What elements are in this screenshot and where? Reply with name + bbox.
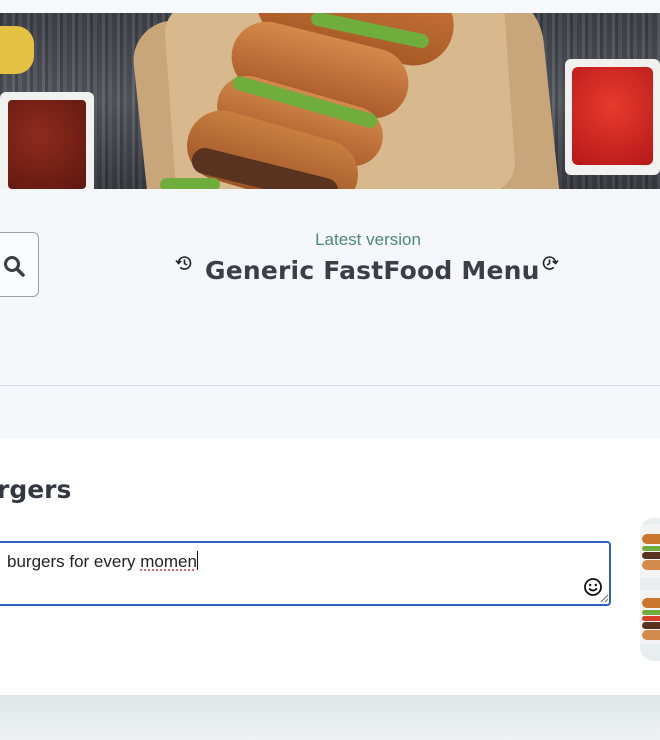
sauce-dish-left — [0, 92, 94, 189]
footer-band — [0, 695, 660, 740]
search-icon — [3, 255, 25, 277]
lettuce — [160, 178, 220, 189]
description-textarea[interactable]: burgers for every momen — [0, 541, 611, 606]
history-back-icon[interactable] — [174, 253, 194, 273]
toolbar-band — [0, 386, 660, 439]
section-title: rgers — [0, 475, 71, 504]
burger-thumbnail[interactable] — [640, 590, 660, 644]
page-title: Generic FastFood Menu — [205, 256, 540, 285]
description-text: burgers for every momen — [7, 551, 198, 572]
misspelled-word: momen — [140, 552, 197, 571]
top-bar — [0, 0, 660, 13]
description-text-start: burgers for every — [7, 552, 140, 571]
hero-image — [0, 13, 660, 189]
corn-cob — [0, 26, 34, 74]
menu-header: Latest version Generic FastFood Menu — [0, 189, 660, 385]
image-thumbnails[interactable] — [640, 518, 660, 661]
version-label: Latest version — [0, 230, 660, 250]
ketchup-dish — [565, 59, 660, 175]
history-forward-icon[interactable] — [540, 253, 560, 273]
text-caret — [197, 551, 198, 570]
burger-thumbnail[interactable] — [640, 524, 660, 578]
resize-grip-icon[interactable] — [599, 593, 609, 603]
